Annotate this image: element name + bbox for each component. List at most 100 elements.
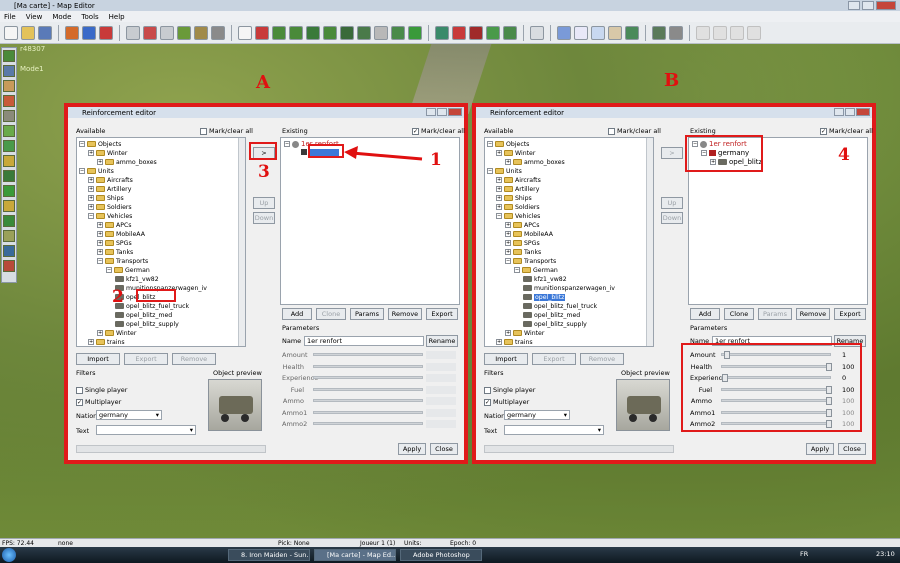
available-scrollbar[interactable] xyxy=(238,138,245,346)
road-icon[interactable] xyxy=(486,25,500,40)
dialog-minimize-button[interactable] xyxy=(834,108,844,116)
tree-node[interactable]: + Tanks xyxy=(97,248,133,256)
plant-icon[interactable] xyxy=(323,25,337,40)
expand-icon[interactable]: + xyxy=(505,330,511,336)
expand-icon[interactable]: + xyxy=(505,249,511,255)
task-photoshop[interactable]: Adobe Photoshop xyxy=(400,549,482,561)
grass-icon[interactable] xyxy=(289,25,303,40)
start-button[interactable] xyxy=(2,548,16,562)
tree-node[interactable]: + Ships xyxy=(496,194,532,202)
param-slider[interactable] xyxy=(313,410,423,414)
tree-node[interactable]: − Transports xyxy=(97,257,148,265)
tree-node[interactable]: munitionspanzerwagen_iv xyxy=(523,284,615,292)
save-icon[interactable] xyxy=(38,25,52,40)
expand-icon[interactable]: + xyxy=(505,222,511,228)
up-button[interactable]: Up xyxy=(253,197,275,209)
maximize-button[interactable] xyxy=(862,1,874,10)
tree-node[interactable]: + Aircrafts xyxy=(496,176,541,184)
available-scrollbar[interactable] xyxy=(646,138,653,346)
expand-icon[interactable]: − xyxy=(505,258,511,264)
expand-icon[interactable]: + xyxy=(97,330,103,336)
tree-node[interactable]: + Aircrafts xyxy=(88,176,133,184)
tree-node[interactable]: − German xyxy=(514,266,558,274)
menu-view[interactable]: View xyxy=(26,13,43,21)
unit-icon[interactable] xyxy=(255,25,269,40)
tree-node[interactable]: kfz1_vw82 xyxy=(115,275,159,283)
export-existing-button[interactable]: Export xyxy=(834,308,866,320)
clone-button[interactable]: Clone xyxy=(724,308,754,320)
tree-node[interactable]: + Tanks xyxy=(505,248,541,256)
expand-icon[interactable]: + xyxy=(88,195,94,201)
multiplayer-checkbox[interactable]: ✓ Multiplayer xyxy=(76,398,121,406)
tree-node[interactable]: + trains xyxy=(496,338,533,346)
expand-icon[interactable]: + xyxy=(496,339,502,345)
side-tree-icon[interactable] xyxy=(3,50,15,62)
expand-icon[interactable]: + xyxy=(496,204,502,210)
param-slider[interactable] xyxy=(313,387,423,391)
expand-icon[interactable]: + xyxy=(496,150,502,156)
tree-node[interactable]: + ammo_boxes xyxy=(97,158,157,166)
expand-icon[interactable]: − xyxy=(514,267,520,273)
side-house-icon[interactable] xyxy=(3,80,15,92)
forest-icon[interactable] xyxy=(306,25,320,40)
add-button[interactable]: Add xyxy=(282,308,312,320)
remove-existing-button[interactable]: Remove xyxy=(388,308,422,320)
expand-icon[interactable]: − xyxy=(496,213,502,219)
tree-node[interactable]: − Units xyxy=(79,167,114,175)
tool-icon-2[interactable] xyxy=(82,25,96,40)
language-indicator[interactable]: FR xyxy=(800,550,808,558)
tool-icon-4[interactable] xyxy=(143,25,157,40)
tree-node[interactable]: opel_blitz_med xyxy=(523,311,580,319)
mark-clear-all-right[interactable]: ✓ Mark/clear all xyxy=(412,127,465,135)
tree-node[interactable]: + APCs xyxy=(505,221,540,229)
side-forest-icon[interactable] xyxy=(3,170,15,182)
tree-node[interactable]: − Vehicles xyxy=(496,212,540,220)
side-river-icon[interactable] xyxy=(3,245,15,257)
expand-icon[interactable]: − xyxy=(97,258,103,264)
tree-node[interactable]: + Winter xyxy=(496,149,535,157)
tree-node[interactable]: + Soldiers xyxy=(496,203,540,211)
clone-button[interactable]: Clone xyxy=(316,308,346,320)
map-icon[interactable] xyxy=(652,25,666,40)
expand-icon[interactable]: − xyxy=(487,141,493,147)
tree-node[interactable]: + Artillery xyxy=(88,185,131,193)
task-map-editor[interactable]: [Ma carte] - Map Ed... xyxy=(314,549,396,561)
text-filter-input[interactable]: ▾ xyxy=(504,425,604,435)
tree-node[interactable]: − Units xyxy=(487,167,522,175)
dialog-maximize-button[interactable] xyxy=(845,108,855,116)
name-field[interactable]: 1er renfort xyxy=(304,336,424,346)
expand-icon[interactable]: + xyxy=(97,231,103,237)
rock-icon[interactable] xyxy=(374,25,388,40)
down-button[interactable]: Down xyxy=(661,212,683,224)
tree-node[interactable]: + ammo_boxes xyxy=(505,158,565,166)
script-icon[interactable] xyxy=(557,25,571,40)
nation-select[interactable]: germany ▾ xyxy=(96,410,162,420)
texture-icon[interactable] xyxy=(194,25,208,40)
single-player-checkbox[interactable]: Single player xyxy=(76,386,127,394)
terrain-icon[interactable] xyxy=(177,25,191,40)
tool-icon-1[interactable] xyxy=(65,25,79,40)
expand-icon[interactable]: + xyxy=(97,240,103,246)
open-icon[interactable] xyxy=(21,25,35,40)
water-icon[interactable] xyxy=(435,25,449,40)
text-filter-input[interactable]: ▾ xyxy=(96,425,196,435)
tree-node[interactable]: + APCs xyxy=(97,221,132,229)
task-music[interactable]: 8. Iron Maiden - Sun... xyxy=(228,549,310,561)
tree-node[interactable]: + SPGs xyxy=(97,239,132,247)
dialog-close-button[interactable] xyxy=(856,108,870,116)
side-building-icon[interactable] xyxy=(3,95,15,107)
expand-icon[interactable]: − xyxy=(106,267,112,273)
list-icon[interactable] xyxy=(591,25,605,40)
expand-icon[interactable]: + xyxy=(88,204,94,210)
undo-icon[interactable] xyxy=(126,25,140,40)
tree-node[interactable]: opel_blitz_supply xyxy=(115,320,179,328)
export-available-button[interactable]: Export xyxy=(532,353,576,365)
remove-existing-button[interactable]: Remove xyxy=(796,308,830,320)
tree-node[interactable]: opel_blitz_med xyxy=(115,311,172,319)
apply-button[interactable]: Apply xyxy=(398,443,426,455)
tree-node[interactable]: + Winter xyxy=(97,329,136,337)
move-to-existing-button[interactable]: > xyxy=(661,147,683,159)
tree-node[interactable]: + SPGs xyxy=(505,239,540,247)
remove-available-button[interactable]: Remove xyxy=(172,353,216,365)
menu-file[interactable]: File xyxy=(4,13,16,21)
